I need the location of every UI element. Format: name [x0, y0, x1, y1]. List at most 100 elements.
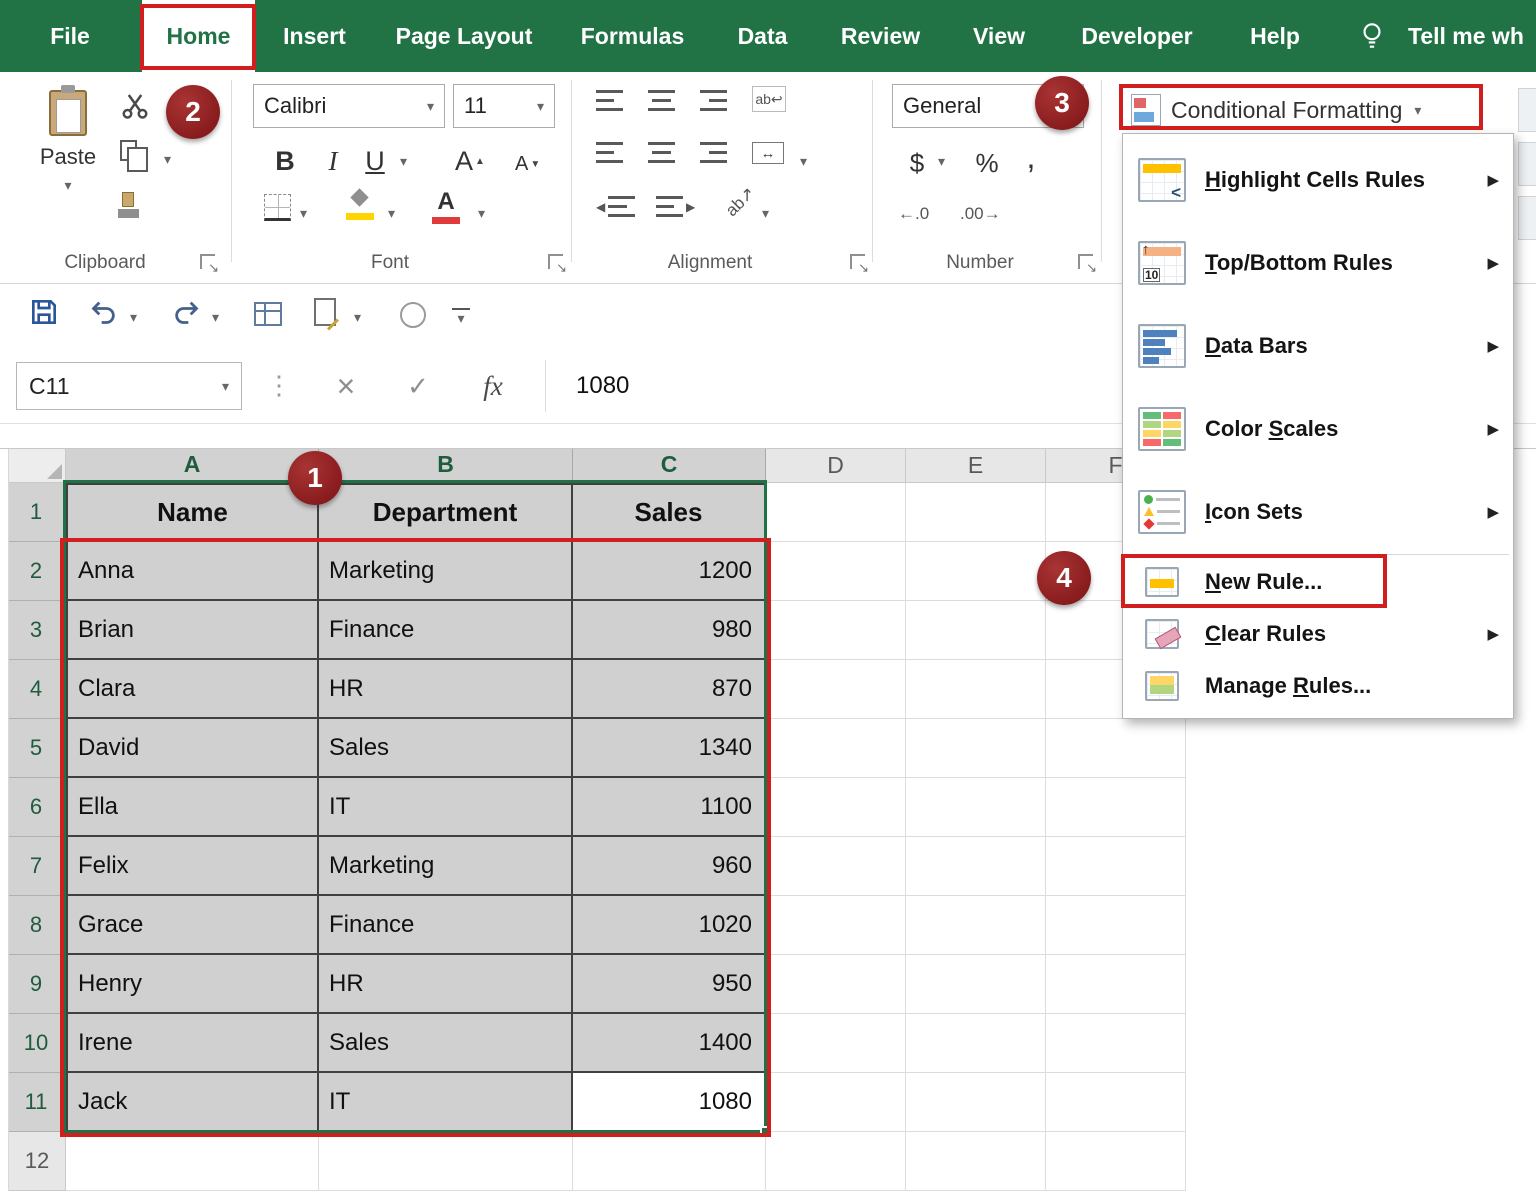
- row-header-11[interactable]: 11: [9, 1073, 66, 1132]
- underline-button[interactable]: U: [356, 138, 394, 184]
- qat-borders-button[interactable]: [254, 302, 282, 326]
- borders-dropdown-icon[interactable]: [300, 206, 307, 220]
- increase-indent-button[interactable]: ▶: [656, 196, 695, 217]
- cell-B8[interactable]: Finance: [319, 896, 573, 955]
- format-painter-button[interactable]: [122, 192, 134, 207]
- increase-decimal-button[interactable]: ←.0: [898, 196, 929, 232]
- name-box-dropdown-icon[interactable]: [222, 379, 229, 393]
- cell-A1[interactable]: Name: [66, 483, 319, 542]
- row-header-12[interactable]: 12: [9, 1132, 66, 1191]
- wrap-text-button[interactable]: [752, 86, 786, 112]
- copy-button[interactable]: [120, 140, 137, 161]
- font-name-dropdown-icon[interactable]: [427, 99, 434, 113]
- undo-dropdown-icon[interactable]: [130, 310, 137, 324]
- insert-function-button[interactable]: fx: [468, 362, 518, 410]
- qat-redo-button[interactable]: [170, 298, 202, 326]
- tab-page-layout[interactable]: Page Layout: [380, 0, 548, 72]
- align-left-button[interactable]: [596, 142, 623, 163]
- cell-D5[interactable]: [766, 719, 906, 778]
- cell-A5[interactable]: David: [66, 719, 319, 778]
- cell-C9[interactable]: 950: [573, 955, 766, 1014]
- cell-E7[interactable]: [906, 837, 1046, 896]
- row-header-9[interactable]: 9: [9, 955, 66, 1014]
- row-header-7[interactable]: 7: [9, 837, 66, 896]
- cell-E8[interactable]: [906, 896, 1046, 955]
- align-right-button[interactable]: [700, 142, 727, 163]
- cell-A2[interactable]: Anna: [66, 542, 319, 601]
- cell-E2[interactable]: [906, 542, 1046, 601]
- fill-color-button[interactable]: [346, 190, 374, 220]
- menu-item-highlight-cells-rules[interactable]: Highlight Cells Rules: [1123, 138, 1513, 221]
- underline-dropdown-icon[interactable]: [400, 154, 407, 168]
- font-dialog-launcher[interactable]: [548, 254, 563, 269]
- qat-record-button[interactable]: [400, 302, 426, 328]
- menu-item-color-scales[interactable]: Color Scales: [1123, 387, 1513, 470]
- cell-C5[interactable]: 1340: [573, 719, 766, 778]
- cell-E11[interactable]: [906, 1073, 1046, 1132]
- cell-C4[interactable]: 870: [573, 660, 766, 719]
- cell-D2[interactable]: [766, 542, 906, 601]
- col-header-A[interactable]: A: [66, 449, 319, 483]
- name-box[interactable]: C11: [16, 362, 242, 410]
- clipboard-dialog-launcher[interactable]: [200, 254, 215, 269]
- cell-D3[interactable]: [766, 601, 906, 660]
- cell-C7[interactable]: 960: [573, 837, 766, 896]
- cell-F8[interactable]: [1046, 896, 1186, 955]
- cell-F5[interactable]: [1046, 719, 1186, 778]
- col-header-E[interactable]: E: [906, 449, 1046, 483]
- font-name-combo[interactable]: Calibri: [253, 84, 445, 128]
- cell-C6[interactable]: 1100: [573, 778, 766, 837]
- comma-style-button[interactable]: ,: [1016, 134, 1046, 180]
- cell-B12[interactable]: [319, 1132, 573, 1191]
- cell-D4[interactable]: [766, 660, 906, 719]
- qat-save-button[interactable]: [28, 296, 60, 328]
- formula-bar-splitter[interactable]: [266, 370, 292, 401]
- menu-item-manage-rules[interactable]: Manage Rules...: [1123, 660, 1513, 712]
- row-header-5[interactable]: 5: [9, 719, 66, 778]
- tab-view[interactable]: View: [955, 0, 1043, 72]
- cell-A8[interactable]: Grace: [66, 896, 319, 955]
- cell-A7[interactable]: Felix: [66, 837, 319, 896]
- row-header-4[interactable]: 4: [9, 660, 66, 719]
- cell-D11[interactable]: [766, 1073, 906, 1132]
- cell-A10[interactable]: Irene: [66, 1014, 319, 1073]
- font-size-dropdown-icon[interactable]: [537, 99, 544, 113]
- customize-qat-button[interactable]: [452, 308, 470, 325]
- copy-dropdown-icon[interactable]: [164, 152, 171, 166]
- cell-D6[interactable]: [766, 778, 906, 837]
- formula-input[interactable]: 1080: [576, 348, 629, 424]
- align-bottom-button[interactable]: [700, 90, 727, 111]
- cell-E10[interactable]: [906, 1014, 1046, 1073]
- menu-item-top-bottom-rules[interactable]: Top/Bottom Rules: [1123, 221, 1513, 304]
- align-middle-button[interactable]: [648, 90, 675, 111]
- cell-C12[interactable]: [573, 1132, 766, 1191]
- cell-E4[interactable]: [906, 660, 1046, 719]
- cell-F9[interactable]: [1046, 955, 1186, 1014]
- cell-E5[interactable]: [906, 719, 1046, 778]
- tab-formulas[interactable]: Formulas: [565, 0, 700, 72]
- tell-me-box[interactable]: Tell me wh: [1408, 0, 1536, 72]
- italic-button[interactable]: I: [318, 138, 348, 184]
- cell-B4[interactable]: HR: [319, 660, 573, 719]
- cell-B10[interactable]: Sales: [319, 1014, 573, 1073]
- cell-A9[interactable]: Henry: [66, 955, 319, 1014]
- align-center-button[interactable]: [648, 142, 675, 163]
- menu-item-clear-rules[interactable]: Clear Rules: [1123, 608, 1513, 660]
- shrink-font-button[interactable]: A: [515, 144, 540, 184]
- cell-B5[interactable]: Sales: [319, 719, 573, 778]
- cell-A12[interactable]: [66, 1132, 319, 1191]
- cell-E12[interactable]: [906, 1132, 1046, 1191]
- borders-button[interactable]: [264, 194, 291, 221]
- row-header-3[interactable]: 3: [9, 601, 66, 660]
- font-color-dropdown-icon[interactable]: [478, 206, 485, 220]
- col-header-B[interactable]: B: [319, 449, 573, 483]
- bold-button[interactable]: B: [266, 138, 304, 184]
- cell-B1[interactable]: Department: [319, 483, 573, 542]
- cell-C2[interactable]: 1200: [573, 542, 766, 601]
- cell-D8[interactable]: [766, 896, 906, 955]
- cell-B11[interactable]: IT: [319, 1073, 573, 1132]
- row-header-2[interactable]: 2: [9, 542, 66, 601]
- cell-B3[interactable]: Finance: [319, 601, 573, 660]
- cell-C1[interactable]: Sales: [573, 483, 766, 542]
- tab-data[interactable]: Data: [720, 0, 805, 72]
